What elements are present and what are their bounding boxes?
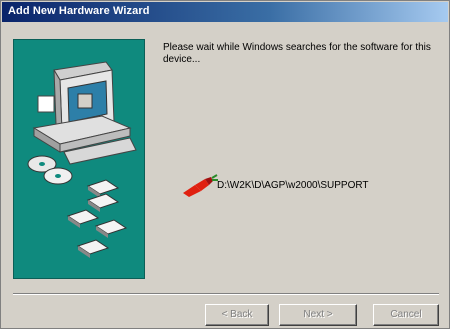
separator-highlight <box>13 294 439 295</box>
search-path-text: D:\W2K\D\AGP\w2000\SUPPORT <box>217 180 369 191</box>
cancel-button[interactable]: Cancel <box>373 304 439 326</box>
flashlight-icon <box>183 174 218 197</box>
back-button[interactable]: < Back <box>205 304 269 326</box>
wizard-message: Please wait while Windows searches for t… <box>163 42 431 65</box>
wizard-window: Add New Hardware Wizard Please wait whil… <box>0 0 450 329</box>
wizard-illustration <box>13 39 145 279</box>
title-bar[interactable]: Add New Hardware Wizard <box>2 2 448 22</box>
next-button[interactable]: Next > <box>279 304 357 326</box>
computer-icon <box>32 61 137 165</box>
cd-icon <box>27 155 73 185</box>
floppy-disk-icons <box>66 179 128 258</box>
window-title: Add New Hardware Wizard <box>8 5 150 17</box>
